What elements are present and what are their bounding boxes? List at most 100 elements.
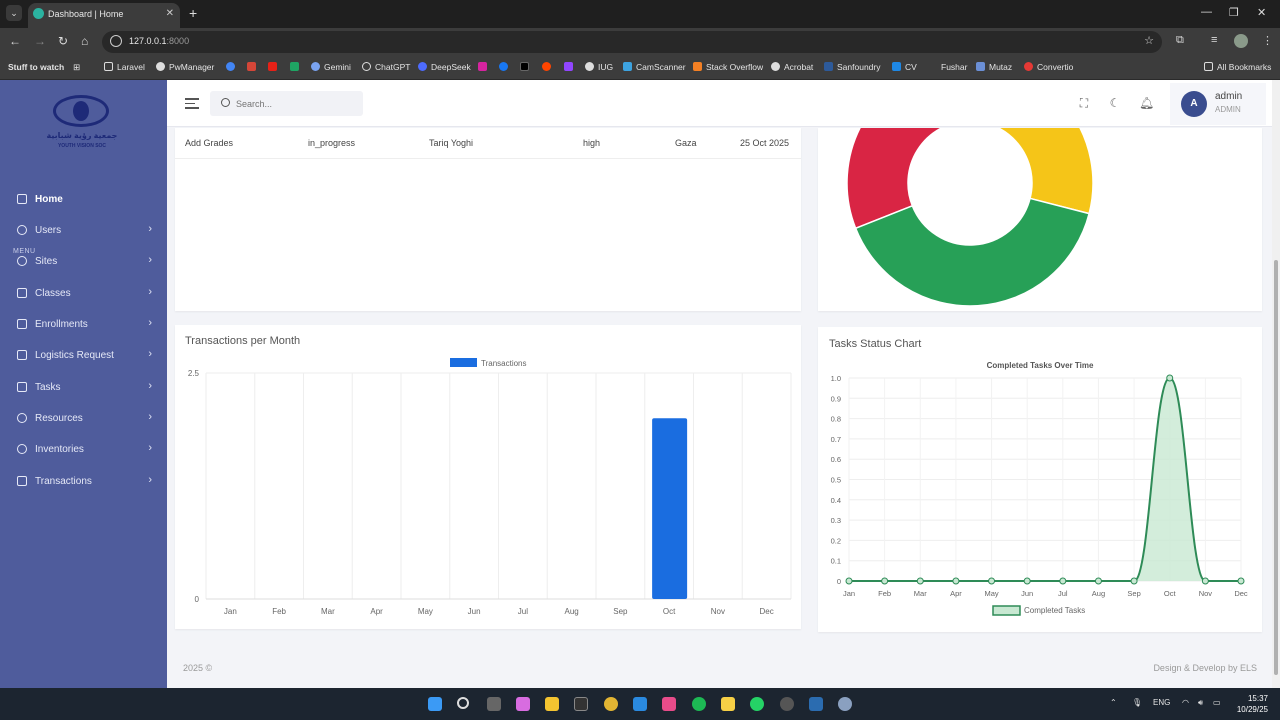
sidebar-item-logistics-request[interactable]: Logistics Request › — [0, 341, 167, 371]
terminal-icon[interactable] — [574, 697, 588, 711]
browser-menu-icon[interactable]: ⋮ — [1262, 34, 1273, 47]
browser-tab-bar: ⌄ Dashboard | Home ✕ + — ❐ ✕ — [0, 0, 1280, 28]
apps-grid-icon[interactable]: ⊞ — [73, 62, 80, 73]
x-icon[interactable] — [520, 62, 533, 72]
bookmark-stuff-to-watch[interactable]: Stuff to watch — [8, 62, 64, 72]
sidebar-item-tasks[interactable]: Tasks › — [0, 373, 167, 403]
logo-pupil — [73, 101, 89, 121]
bookmark-iug[interactable]: IUG — [585, 62, 613, 72]
instagram-icon[interactable] — [478, 62, 491, 72]
minimize-icon[interactable]: — — [1201, 6, 1212, 18]
windows-start-icon[interactable] — [428, 697, 442, 711]
sidebar-item-home[interactable]: Home — [0, 185, 167, 215]
twitch-icon[interactable] — [564, 62, 577, 72]
page-scrollbar[interactable] — [1272, 80, 1280, 688]
extensions-icon[interactable]: ⧉ — [1176, 34, 1184, 47]
task-view-icon[interactable] — [487, 697, 501, 711]
truck-icon — [17, 350, 27, 360]
volume-icon[interactable]: 🔊︎ — [1198, 698, 1203, 708]
bookmark-laravel[interactable]: Laravel — [104, 62, 145, 72]
file-explorer-icon[interactable] — [545, 697, 559, 711]
bookmark-star-icon[interactable]: ☆ — [1144, 34, 1154, 47]
tray-chevron-icon[interactable]: ⌃ — [1110, 698, 1117, 707]
bookmark-sanfoundry[interactable]: Sanfoundry — [824, 62, 880, 72]
database-icon — [17, 413, 27, 423]
bookmarks-bar: Stuff to watch ⊞ Laravel PwManager Gemin… — [0, 56, 1280, 80]
bookmark-gemini[interactable]: Gemini — [311, 62, 351, 72]
bookmark-cv[interactable]: CV — [892, 62, 917, 72]
chrome-icon[interactable] — [604, 697, 618, 711]
battery-icon[interactable]: ▭ — [1213, 698, 1221, 707]
vscode-icon[interactable] — [633, 697, 647, 711]
address-bar[interactable]: 127.0.0.1:8000 ☆ — [102, 31, 1162, 53]
app-header: ⛶ ☾ 🔔︎ A admin ADMIN — [167, 80, 1272, 127]
sidebar-item-label: Resources — [35, 413, 83, 424]
sidebar-item-classes[interactable]: Classes › — [0, 279, 167, 309]
sidebar-item-label: Sites — [35, 256, 58, 267]
bookmark-chatgpt[interactable]: ChatGPT — [362, 62, 410, 72]
close-window-icon[interactable]: ✕ — [1257, 6, 1266, 19]
bookmark-mutaz[interactable]: Mutaz — [976, 62, 1012, 72]
profile-avatar-icon[interactable] — [1234, 34, 1248, 48]
close-tab-icon[interactable]: ✕ — [166, 3, 174, 25]
y-tick-label: 2.5 — [188, 369, 200, 378]
menu-toggle-icon[interactable] — [185, 98, 199, 109]
drive-icon[interactable] — [290, 62, 303, 72]
transactions-chart-card: Transactions per Month Transactions 2.5 0 J… — [175, 325, 801, 629]
logo-arabic-text: جمعية رؤية شبابية — [46, 131, 118, 140]
dark-mode-icon[interactable]: ☾ — [1109, 97, 1121, 109]
facebook-icon[interactable] — [499, 62, 512, 72]
search-icon[interactable] — [457, 697, 469, 709]
row-divider — [175, 158, 801, 159]
app-icon[interactable] — [780, 697, 794, 711]
sidebar-item-users[interactable]: Users › — [0, 216, 167, 246]
search-input[interactable] — [210, 91, 363, 116]
spotify-icon[interactable] — [692, 697, 706, 711]
bookmark-stack-overflow[interactable]: Stack Overflow — [693, 62, 763, 72]
language-indicator[interactable]: ENG — [1153, 698, 1170, 707]
new-tab-icon[interactable]: + — [189, 5, 197, 21]
sidebar-item-transactions[interactable]: Transactions › — [0, 467, 167, 497]
sticky-notes-icon[interactable] — [721, 697, 735, 711]
settings-gear-icon[interactable] — [838, 697, 852, 711]
reddit-icon[interactable] — [542, 62, 555, 72]
sidebar-item-sites[interactable]: Sites › — [0, 247, 167, 277]
notification-bell-icon[interactable]: 🔔︎ — [1139, 97, 1154, 109]
bookmark-convertio[interactable]: Convertio — [1024, 62, 1073, 72]
forward-icon[interactable]: → — [34, 34, 46, 48]
logo[interactable]: جمعية رؤية شبابية YOUTH VISION SOC — [45, 93, 119, 153]
microphone-icon[interactable]: 🎙︎ — [1132, 698, 1142, 707]
site-info-icon[interactable] — [110, 35, 122, 47]
system-clock[interactable]: 15:37 10/29/25 — [1237, 693, 1268, 715]
sidebar-item-inventories[interactable]: Inventories › — [0, 435, 167, 465]
reload-icon[interactable]: ↻ — [58, 34, 68, 48]
x-tick-label: Nov — [711, 607, 725, 616]
user-menu[interactable]: A admin ADMIN — [1170, 83, 1266, 125]
browser-tab[interactable]: Dashboard | Home ✕ — [28, 3, 180, 28]
scrollbar-thumb[interactable] — [1274, 260, 1278, 675]
task-status-cell: in_progress — [308, 138, 356, 148]
maximize-icon[interactable]: ❐ — [1229, 6, 1239, 19]
all-bookmarks[interactable]: All Bookmarks — [1204, 62, 1271, 72]
home-icon[interactable]: ⌂ — [81, 34, 88, 48]
word-icon[interactable] — [809, 697, 823, 711]
bookmark-fushar[interactable]: Fushar — [941, 62, 967, 72]
bookmark-acrobat[interactable]: Acrobat — [771, 62, 813, 72]
youtube-icon[interactable] — [268, 62, 281, 72]
tab-search-icon[interactable]: ⌄ — [6, 5, 22, 21]
media-controls-icon[interactable]: ≡ — [1211, 34, 1217, 46]
phpstorm-icon[interactable] — [662, 697, 676, 711]
wifi-icon[interactable]: ◠ — [1182, 698, 1189, 707]
fullscreen-icon[interactable]: ⛶ — [1078, 97, 1090, 109]
whatsapp-icon[interactable] — [750, 697, 764, 711]
sidebar-item-resources[interactable]: Resources › — [0, 404, 167, 434]
back-icon[interactable]: ← — [9, 34, 21, 48]
copilot-icon[interactable] — [516, 697, 530, 711]
bookmark-pwmanager[interactable]: PwManager — [156, 62, 214, 72]
sidebar-item-enrollments[interactable]: Enrollments › — [0, 310, 167, 340]
bookmark-camscanner[interactable]: CamScanner — [623, 62, 686, 72]
bookmark-deepseek[interactable]: DeepSeek — [418, 62, 471, 72]
google-icon[interactable] — [226, 62, 239, 72]
chevron-right-icon: › — [148, 223, 152, 235]
gmail-icon[interactable] — [247, 62, 260, 72]
